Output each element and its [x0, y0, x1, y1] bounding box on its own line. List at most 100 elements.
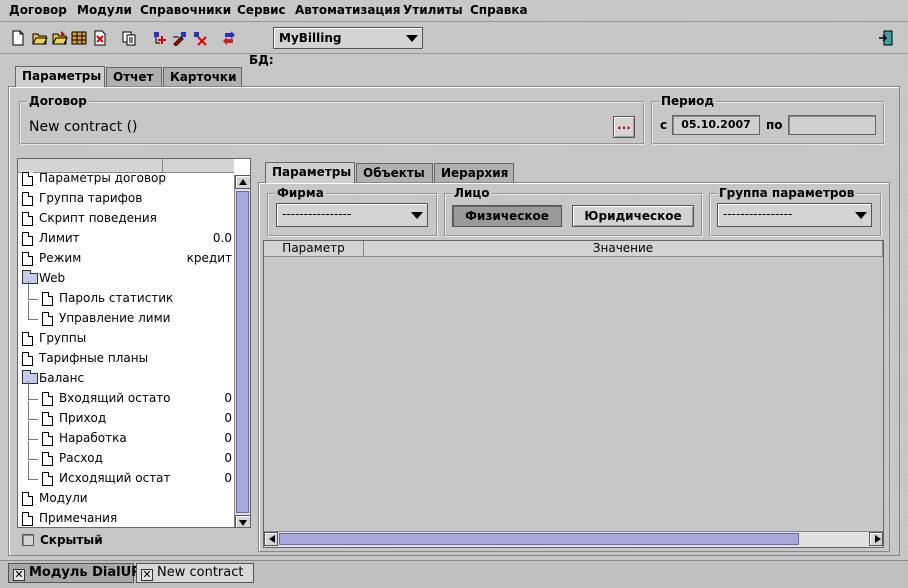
tree-item-label: Баланс — [39, 371, 85, 385]
tree-item[interactable]: Модули — [18, 489, 234, 509]
add-link-icon[interactable] — [152, 30, 168, 46]
document-icon — [42, 392, 53, 406]
tree-item-label: Тарифные планы — [39, 351, 149, 365]
tree-item-label: Лимит — [39, 231, 80, 245]
tree-item[interactable]: Web — [18, 269, 234, 289]
tree-item[interactable]: Пароль статистик — [18, 281, 234, 309]
tree-item[interactable]: Исходящий остат 0 — [18, 461, 234, 489]
tab-label: Объекты — [363, 166, 425, 180]
legal-person-button[interactable]: Юридическое — [572, 205, 694, 227]
document-icon — [22, 252, 33, 266]
tree-item[interactable]: Входящий остато 0 — [18, 381, 234, 409]
open-folder-icon[interactable] — [32, 30, 48, 46]
menu-modules[interactable]: Модули — [77, 3, 132, 17]
task-tab-label: New contract — [157, 565, 244, 580]
tab-cards[interactable]: Карточки — [163, 67, 242, 87]
tree-item-value: 0 — [224, 471, 232, 485]
tab-objects[interactable]: Объекты — [356, 163, 433, 183]
firm-group-title: Фирма — [275, 186, 326, 200]
task-tab-new-contract[interactable]: ✕ New contract — [136, 563, 254, 583]
tree-item-label: Параметры договор — [39, 171, 166, 185]
tree-item-label: Наработка — [59, 431, 127, 445]
copy-icon[interactable] — [121, 30, 137, 46]
new-document-icon[interactable] — [10, 30, 26, 46]
database-select[interactable]: MyBilling — [273, 27, 423, 49]
contract-browse-button[interactable]: ... — [613, 116, 635, 138]
menu-references[interactable]: Справочники — [140, 3, 231, 17]
document-icon — [42, 312, 53, 326]
scroll-left-button[interactable] — [264, 532, 278, 546]
scroll-up-button[interactable] — [235, 175, 250, 189]
document-icon — [22, 332, 33, 346]
tree-item[interactable]: Приход 0 — [18, 401, 234, 429]
open-folder-icon[interactable] — [52, 30, 68, 46]
tree-item-label: Примечания — [39, 511, 118, 525]
tree-item[interactable]: Режим кредит — [18, 249, 234, 269]
tree-item-label: Группы — [39, 331, 87, 345]
remove-link-icon[interactable] — [192, 30, 208, 46]
column-header-parameter[interactable]: Параметр — [264, 241, 364, 257]
exit-icon[interactable] — [878, 30, 894, 46]
document-icon — [22, 192, 33, 206]
tree-item[interactable]: Примечания — [18, 509, 234, 527]
firm-select[interactable]: ---------------- — [276, 203, 428, 227]
tab-report[interactable]: Отчет — [106, 67, 162, 87]
scroll-down-button[interactable] — [235, 515, 250, 527]
edit-link-icon[interactable] — [172, 30, 188, 46]
tree-item[interactable]: Параметры договор — [18, 169, 234, 189]
column-header-value[interactable]: Значение — [364, 241, 883, 257]
tab-inner-parameters[interactable]: Параметры — [265, 162, 355, 183]
scroll-thumb[interactable] — [236, 191, 249, 513]
param-group-select[interactable]: ---------------- — [717, 203, 872, 227]
table-hscrollbar[interactable] — [264, 531, 883, 547]
tree-item[interactable]: Лимит 0.0 — [18, 229, 234, 249]
period-from-label: с — [660, 118, 668, 132]
task-tab-label: Модуль DialUP — [29, 565, 141, 580]
menu-help[interactable]: Справка — [470, 3, 528, 17]
task-tab-dialup[interactable]: ✕ Модуль DialUP — [8, 563, 141, 583]
document-icon — [42, 292, 53, 306]
tree-item[interactable]: Скрипт поведения — [18, 209, 234, 229]
period-to-label: по — [766, 118, 783, 132]
tab-parameters[interactable]: Параметры — [15, 66, 105, 87]
tree-item[interactable]: Управление лими — [18, 301, 234, 329]
tree-item[interactable]: Наработка 0 — [18, 421, 234, 449]
menu-contract[interactable]: Договор — [9, 3, 67, 17]
close-icon[interactable]: ✕ — [13, 569, 25, 581]
tree-item-label: Модули — [39, 491, 88, 505]
tab-hierarchy[interactable]: Иерархия — [434, 163, 514, 183]
db-label: БД: — [249, 53, 274, 67]
refresh-icon[interactable] — [221, 30, 237, 46]
tree-item-label: Исходящий остат — [59, 471, 171, 485]
database-select-value: MyBilling — [279, 31, 342, 45]
tree-item[interactable]: Группа тарифов — [18, 189, 234, 209]
close-icon[interactable]: ✕ — [141, 569, 153, 581]
parameters-table: Параметр Значение — [263, 240, 884, 548]
delete-document-icon[interactable] — [92, 30, 108, 46]
tree-item-label: Группа тарифов — [39, 191, 143, 205]
menu-service[interactable]: Сервис — [237, 3, 286, 17]
menu-utilities[interactable]: Утилиты — [403, 3, 463, 17]
period-from-field[interactable]: 05.10.2007 — [672, 115, 760, 135]
period-to-field[interactable] — [788, 115, 876, 135]
tree-item-label: Режим — [39, 251, 82, 265]
document-icon — [42, 452, 53, 466]
tree-item[interactable]: Баланс — [18, 369, 234, 389]
tree-item[interactable]: Тарифные планы — [18, 349, 234, 369]
hidden-checkbox[interactable] — [22, 534, 34, 546]
physical-person-button[interactable]: Физическое — [452, 205, 562, 227]
scroll-right-button[interactable] — [869, 532, 883, 546]
contract-name: New contract () — [29, 119, 138, 135]
contract-group: Договор New contract () — [19, 94, 645, 145]
tree-item[interactable]: Расход 0 — [18, 441, 234, 469]
tree-item[interactable]: Группы — [18, 329, 234, 349]
table-icon[interactable] — [71, 30, 87, 46]
tree-item-label: Скрипт поведения — [39, 211, 157, 225]
folder-icon — [22, 370, 38, 384]
tree-item-value: кредит — [186, 251, 232, 265]
tree-scrollbar[interactable] — [234, 175, 250, 527]
hscroll-thumb[interactable] — [279, 533, 799, 545]
menu-automation[interactable]: Автоматизация — [295, 3, 400, 17]
tree-item-value: 0 — [224, 391, 232, 405]
folder-icon — [22, 270, 38, 284]
